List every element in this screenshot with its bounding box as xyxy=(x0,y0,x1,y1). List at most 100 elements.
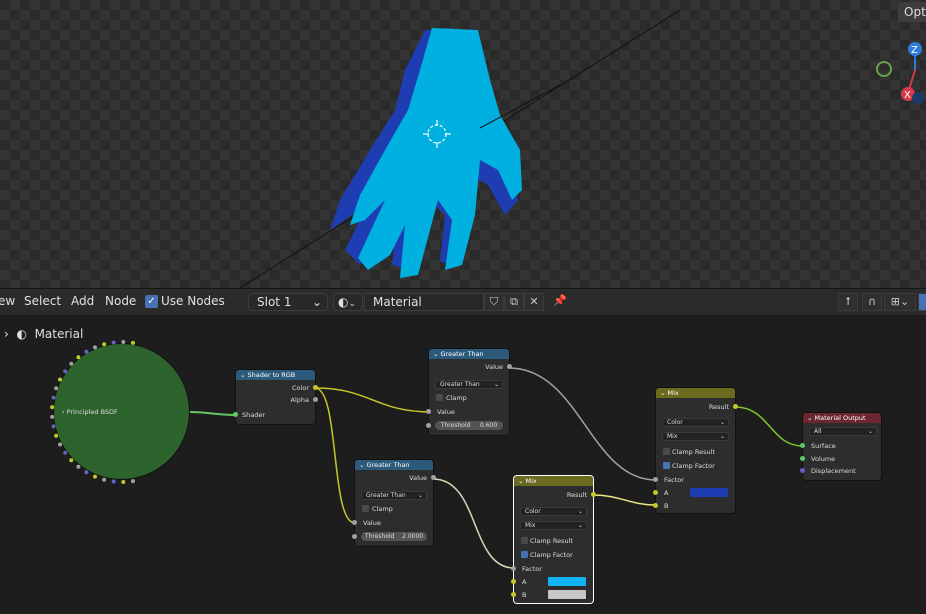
node-header[interactable]: ⌄ Mix xyxy=(656,388,735,398)
menu-select[interactable]: Select xyxy=(24,294,61,308)
clamp-checkbox[interactable] xyxy=(362,505,369,512)
bsdf-input-socket xyxy=(63,450,68,455)
node-header[interactable]: ⌄ Shader to RGB xyxy=(236,370,315,380)
menu-add[interactable]: Add xyxy=(71,294,94,308)
wire-mix2-to-mix1 xyxy=(592,494,657,506)
clamp-result-checkbox[interactable] xyxy=(663,448,670,455)
options-tab[interactable]: Opti xyxy=(898,2,926,22)
output-result-label: Result xyxy=(566,491,587,499)
bsdf-input-socket xyxy=(54,386,59,391)
snapping-magnet-icon[interactable]: ∩ xyxy=(862,293,882,311)
threshold-socket[interactable] xyxy=(352,534,357,539)
output-result-label: Result xyxy=(708,403,729,411)
data-type-dropdown[interactable]: Color ⌄ xyxy=(662,418,729,427)
target-dropdown[interactable]: All ⌄ xyxy=(809,427,877,436)
material-name-field[interactable]: Material xyxy=(364,293,484,311)
clamp-result-label: Clamp Result xyxy=(530,537,573,545)
output-value-socket[interactable] xyxy=(431,475,436,480)
use-nodes-checkbox[interactable]: ✓ xyxy=(145,295,158,308)
chevron-right-icon[interactable]: › xyxy=(4,327,9,341)
clamp-checkbox[interactable] xyxy=(436,394,443,401)
duplicate-material-icon[interactable]: ⧉ xyxy=(504,293,524,311)
pin-icon[interactable]: 📌 xyxy=(550,293,570,311)
input-b-socket[interactable] xyxy=(511,592,516,597)
clamp-factor-checkbox[interactable] xyxy=(521,551,528,558)
mix-node-2[interactable]: ⌄ Mix Result Color ⌄ Mix ⌄ Clamp Result Cl… xyxy=(511,476,596,603)
material-browse-button[interactable]: ◐⌄ xyxy=(333,293,363,311)
bsdf-input-socket xyxy=(111,479,116,484)
b-color-swatch[interactable] xyxy=(548,590,586,599)
operation-dropdown[interactable]: Greater Than ⌄ xyxy=(361,491,427,500)
parent-node-tree-icon[interactable]: ⭡ xyxy=(838,293,858,311)
fake-user-shield-icon[interactable]: ⛉ xyxy=(484,293,504,311)
output-value-socket[interactable] xyxy=(507,364,512,369)
input-value-label: Value xyxy=(363,519,381,527)
input-b-socket[interactable] xyxy=(653,503,658,508)
bsdf-input-socket xyxy=(130,479,135,484)
clamp-result-checkbox[interactable] xyxy=(521,537,528,544)
input-shader-socket[interactable] xyxy=(233,412,238,417)
node-header[interactable]: ⌄ Material Output xyxy=(803,413,881,423)
blend-mode-dropdown[interactable]: Mix ⌄ xyxy=(662,432,729,441)
gizmo-x-label: X xyxy=(904,90,911,101)
bsdf-input-socket xyxy=(69,458,74,463)
node-header[interactable]: ⌄ Mix xyxy=(514,476,593,486)
bsdf-input-socket xyxy=(69,361,74,366)
threshold-socket[interactable] xyxy=(426,423,431,428)
output-result-socket[interactable] xyxy=(733,404,738,409)
node-header[interactable]: ⌄ Greater Than xyxy=(355,460,433,470)
input-surface-socket[interactable] xyxy=(800,443,805,448)
input-a-socket[interactable] xyxy=(653,490,658,495)
input-value-socket[interactable] xyxy=(352,520,357,525)
input-value-socket[interactable] xyxy=(426,409,431,414)
shader-to-rgb-node[interactable]: ⌄ Shader to RGB Color Alpha Shader xyxy=(233,370,318,424)
input-displacement-socket[interactable] xyxy=(800,468,805,473)
blend-mode-dropdown[interactable]: Mix ⌄ xyxy=(520,521,587,530)
bsdf-input-socket xyxy=(93,345,98,350)
input-factor-socket[interactable] xyxy=(653,477,658,482)
mix-node-1[interactable]: ⌄ Mix Result Color ⌄ Mix ⌄ Clamp Result Cl… xyxy=(653,388,738,513)
a-color-swatch[interactable] xyxy=(548,577,586,586)
input-factor-socket[interactable] xyxy=(511,566,516,571)
greater-than-node-1[interactable]: ⌄ Greater Than Value Greater Than ⌄ Clamp… xyxy=(426,349,512,435)
unlink-close-icon[interactable]: ✕ xyxy=(524,293,544,311)
output-color-socket[interactable] xyxy=(313,385,318,390)
3d-viewport[interactable]: Z X Opti xyxy=(0,0,926,288)
greater-than-node-2[interactable]: ⌄ Greater Than Value Greater Than ⌄ Clamp… xyxy=(352,460,436,546)
operation-dropdown[interactable]: Greater Than ⌄ xyxy=(435,380,503,389)
menu-view[interactable]: ew xyxy=(0,294,15,308)
use-nodes-label: Use Nodes xyxy=(161,294,225,308)
bsdf-input-socket xyxy=(111,340,116,345)
input-a-label: A xyxy=(522,578,527,586)
data-type-dropdown[interactable]: Color ⌄ xyxy=(520,507,587,516)
input-a-socket[interactable] xyxy=(511,579,516,584)
input-factor-label: Factor xyxy=(664,476,684,484)
node-header[interactable]: ⌄ Greater Than xyxy=(429,349,509,359)
output-alpha-socket[interactable] xyxy=(313,397,318,402)
output-value-label: Value xyxy=(409,474,427,482)
threshold-field[interactable]: Threshold 0.600 xyxy=(435,421,503,430)
material-name-value: Material xyxy=(373,295,422,309)
clamp-factor-label: Clamp Factor xyxy=(530,551,573,559)
node-editor-header: ew Select Add Node ✓ Use Nodes Slot 1 ⌄ … xyxy=(0,288,926,315)
clamp-factor-checkbox[interactable] xyxy=(663,462,670,469)
wire-greater2-to-mix2 xyxy=(432,478,515,569)
output-alpha-label: Alpha xyxy=(290,396,309,404)
menu-node[interactable]: Node xyxy=(105,294,136,308)
bsdf-input-socket xyxy=(76,355,81,360)
slot-value: Slot 1 xyxy=(257,295,292,309)
a-color-swatch[interactable] xyxy=(690,488,728,497)
bsdf-input-socket xyxy=(63,369,68,374)
bsdf-input-socket xyxy=(54,433,59,438)
threshold-field[interactable]: Threshold 2.0000 xyxy=(361,532,427,541)
clamp-label: Clamp xyxy=(446,394,467,402)
input-volume-socket[interactable] xyxy=(800,456,805,461)
node-editor-canvas[interactable]: › ◐ Material › Principled BSDF ⌄ Shader … xyxy=(0,315,926,614)
overlay-toggle-icon[interactable] xyxy=(918,293,926,311)
slot-dropdown[interactable]: Slot 1 ⌄ xyxy=(248,293,328,311)
input-factor-label: Factor xyxy=(522,565,542,573)
material-output-node[interactable]: ⌄ Material Output All ⌄ Surface Volume Di… xyxy=(800,413,881,480)
output-result-socket[interactable] xyxy=(591,492,596,497)
bsdf-input-socket xyxy=(84,470,89,475)
snap-element-dropdown[interactable]: ⊞⌄ xyxy=(884,293,916,311)
